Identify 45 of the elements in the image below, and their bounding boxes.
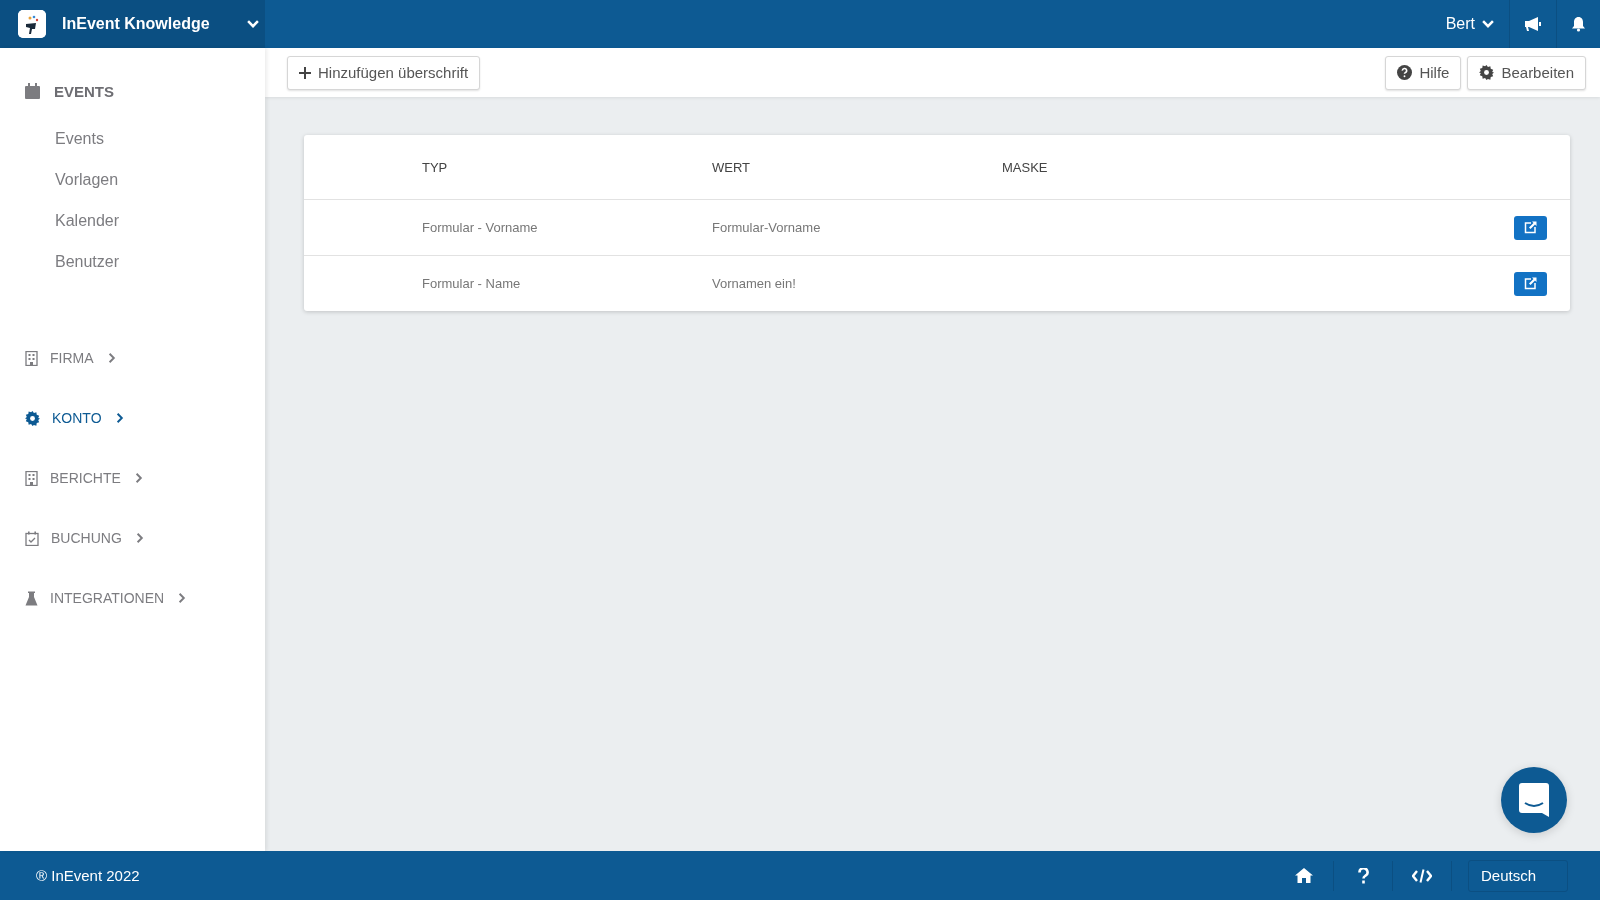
external-edit-icon <box>1523 277 1537 290</box>
sidebar-item[interactable]: Vorlagen <box>0 159 265 200</box>
sidebar-section[interactable]: FIRMA <box>0 328 265 388</box>
sidebar-section[interactable]: BERICHTE <box>0 448 265 508</box>
help-icon <box>1397 65 1413 80</box>
edit-button[interactable]: Bearbeiten <box>1467 55 1586 90</box>
bell-icon <box>1571 16 1586 32</box>
language-selector[interactable]: Deutsch <box>1468 859 1568 892</box>
calendar-check-icon <box>25 530 39 546</box>
copyright-text: ® InEvent 2022 <box>36 867 140 884</box>
user-menu[interactable]: Bert <box>1431 0 1509 48</box>
sidebar-section[interactable]: INTEGRATIONEN <box>0 568 265 628</box>
code-icon <box>1412 868 1432 883</box>
question-mark-icon <box>1357 867 1369 884</box>
calendar-icon <box>25 83 40 99</box>
home-icon <box>1295 868 1313 883</box>
sidebar-section[interactable]: BUCHUNG <box>0 508 265 568</box>
table-cell-text: Formular - Vorname <box>422 220 539 235</box>
sidebar-item[interactable]: Events <box>0 118 265 159</box>
settings-icon <box>1479 65 1495 80</box>
workspace-name: InEvent Knowledge <box>62 15 210 33</box>
external-edit-icon <box>1523 221 1537 234</box>
building-icon <box>25 350 38 366</box>
chat-button[interactable] <box>1501 767 1567 833</box>
column-header: MASKE <box>1002 159 1049 175</box>
sidebar-item[interactable]: Benutzer <box>0 241 265 282</box>
table-cell-text: Formular-Vorname <box>712 220 822 235</box>
edit-row-button[interactable] <box>1513 215 1547 240</box>
megaphone-icon <box>1524 16 1542 32</box>
chat-bubble-icon <box>1519 783 1549 817</box>
sidebar-item[interactable]: Kalender <box>0 200 265 241</box>
help-button[interactable]: Hilfe <box>1385 55 1462 90</box>
edit-row-button[interactable] <box>1513 271 1547 296</box>
table-cell-text: Vornamen ein! <box>712 276 797 291</box>
table-cell-text: Formular - Name <box>422 276 522 291</box>
column-header: WERT <box>712 159 752 175</box>
sidebar-section[interactable]: KONTO <box>0 388 265 448</box>
app-logo <box>18 10 46 38</box>
add-heading-button[interactable]: Hinzufügen überschrift <box>287 55 481 90</box>
section-heading: EVENTS <box>54 82 114 100</box>
building-icon <box>25 470 38 486</box>
settings-icon <box>25 410 40 426</box>
flask-icon <box>25 590 38 606</box>
column-header: TYP <box>422 159 449 175</box>
plus-icon <box>299 66 311 79</box>
